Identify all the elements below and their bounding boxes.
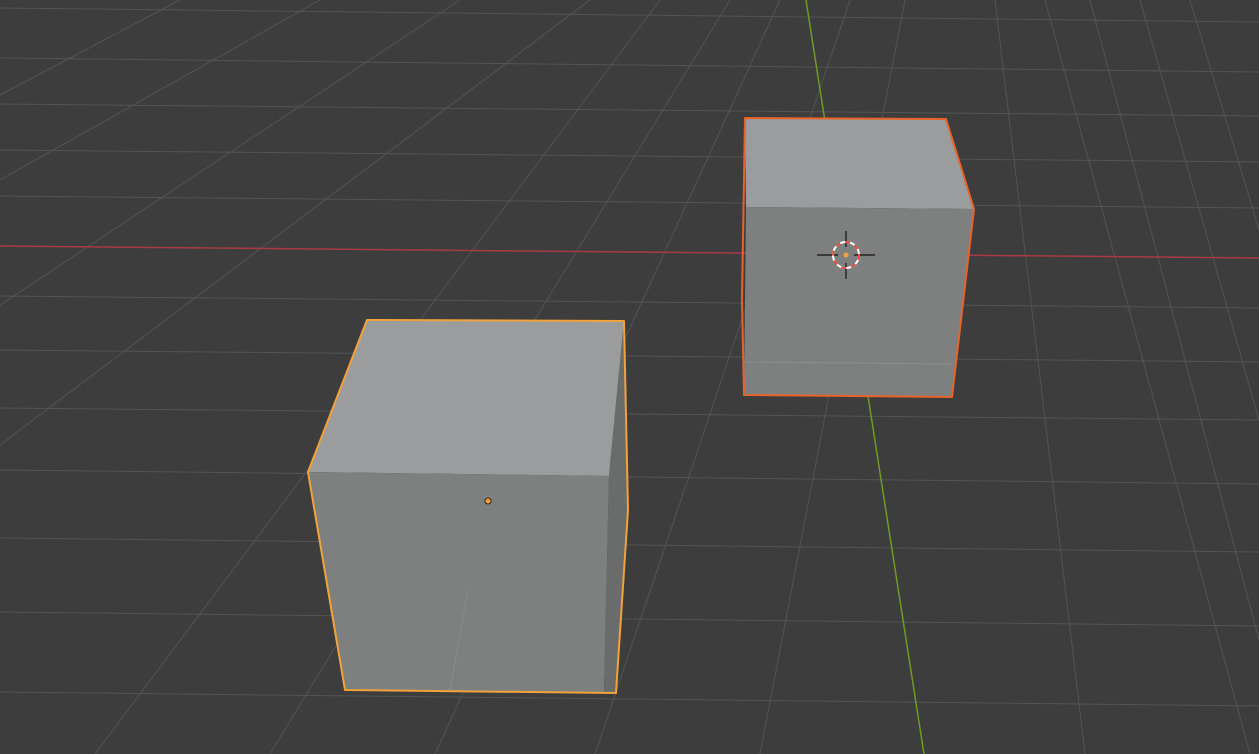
x-axis-line [0, 245, 1259, 259]
cube-secondary-front-face [744, 207, 974, 397]
3d-viewport[interactable] [0, 0, 1259, 754]
cursor-center-dot [843, 252, 849, 258]
floor-grid [0, 0, 1259, 754]
viewport-canvas[interactable] [0, 0, 1259, 754]
cube-selected-front-face [308, 472, 609, 692]
cube-selected-origin-dot [484, 497, 492, 505]
cube-secondary-top-face [745, 118, 974, 209]
cube-selected-top-face [308, 320, 624, 476]
cube-selected[interactable] [307, 319, 629, 694]
